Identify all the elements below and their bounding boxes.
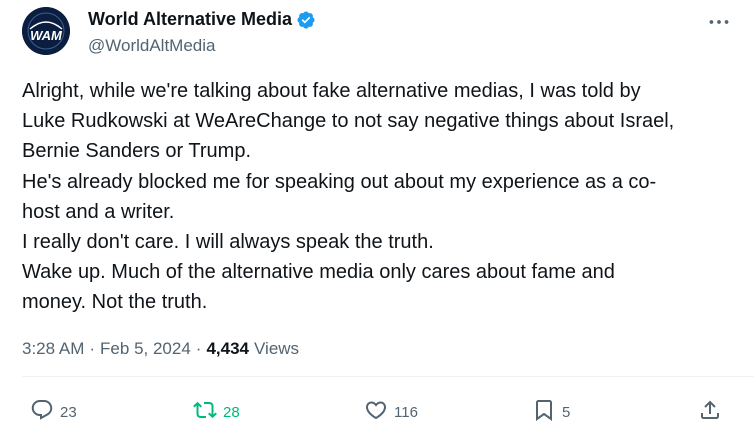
- tweet-card: WAM World Alternative Media @WorldAltMed…: [0, 0, 754, 442]
- tweet-line: money. Not the truth.: [22, 291, 208, 314]
- tweet-line: Alright, while we're talking about fake …: [22, 80, 641, 102]
- verified-badge-icon[interactable]: [296, 10, 316, 30]
- heart-icon: [364, 398, 388, 426]
- share-button[interactable]: [698, 398, 722, 426]
- author-name-row: World Alternative Media: [88, 9, 316, 30]
- bookmark-icon: [532, 398, 556, 426]
- retweet-icon: [193, 398, 217, 426]
- bookmark-count: 5: [562, 403, 571, 421]
- views-count[interactable]: 4,434: [206, 339, 249, 359]
- tweet-line: I really don't care. I will always speak…: [22, 231, 434, 254]
- avatar[interactable]: WAM: [22, 7, 70, 55]
- tweet-line: Luke Rudkowski at WeAreChange to not say…: [22, 110, 675, 133]
- meta-separator: ·: [89, 339, 96, 358]
- tweet-line: Wake up. Much of the alternative media o…: [22, 261, 615, 284]
- retweet-button[interactable]: 28: [193, 398, 240, 426]
- tweet-meta: 3:28 AM · Feb 5, 2024 · 4,434 Views: [22, 339, 299, 359]
- more-icon[interactable]: [706, 9, 732, 35]
- bookmark-button[interactable]: 5: [532, 398, 570, 426]
- divider: [22, 376, 754, 377]
- share-icon: [698, 398, 722, 426]
- tweet-line: He's already blocked me for speaking out…: [22, 170, 657, 193]
- tweet-date[interactable]: Feb 5, 2024: [100, 339, 191, 359]
- tweet-time[interactable]: 3:28 AM: [22, 339, 84, 359]
- reply-count: 23: [60, 403, 77, 421]
- meta-separator: ·: [195, 339, 202, 358]
- avatar-logo-text: WAM: [30, 28, 63, 43]
- reply-icon: [30, 398, 54, 426]
- like-button[interactable]: 116: [364, 398, 418, 426]
- reply-button[interactable]: 23: [30, 398, 77, 426]
- author-handle[interactable]: @WorldAltMedia: [88, 36, 215, 56]
- tweet-text: Alright, while we're talking about fake …: [22, 76, 734, 318]
- tweet-line: Bernie Sanders or Trump.: [22, 140, 251, 163]
- views-label: Views: [254, 339, 300, 358]
- tweet-line: host and a writer.: [22, 200, 175, 223]
- like-count: 116: [394, 403, 418, 421]
- retweet-count: 28: [223, 403, 240, 421]
- display-name[interactable]: World Alternative Media: [88, 9, 292, 30]
